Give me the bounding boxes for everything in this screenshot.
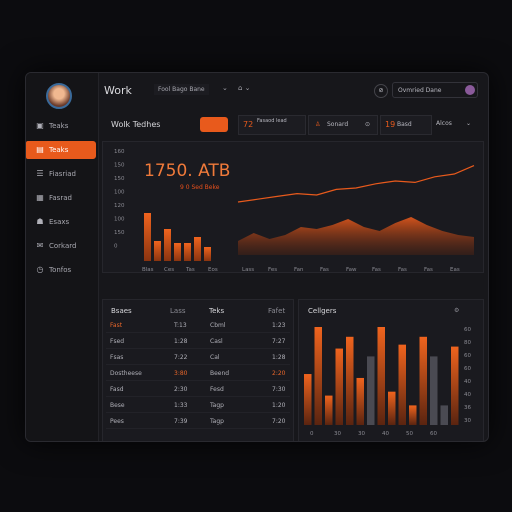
- x-tick-label: 50: [406, 431, 413, 437]
- bar: [325, 395, 333, 425]
- bar: [398, 344, 406, 425]
- app-window: ▣ Teaks ▤ Teaks ☰ Fiasriad ▦ Fasrad ☗ Esaxs ✉ Corka…: [25, 72, 489, 442]
- y-tick-label: 36: [464, 405, 471, 411]
- bar-chart: 60 80 60 60 40 40 36 30 0 30 30 40 50 60: [304, 327, 471, 437]
- x-tick-label: 40: [382, 431, 389, 437]
- x-tick-label: 30: [358, 431, 365, 437]
- y-tick-label: 60: [464, 366, 471, 372]
- bar: [430, 356, 438, 425]
- bar: [335, 348, 343, 425]
- bar: [377, 327, 385, 425]
- bar: [440, 405, 448, 425]
- y-tick-label: 60: [464, 327, 471, 333]
- y-tick-label: 40: [464, 392, 471, 398]
- x-tick-label: 0: [310, 431, 314, 437]
- y-tick-label: 60: [464, 353, 471, 359]
- bar: [304, 374, 312, 425]
- bar: [346, 336, 354, 425]
- y-tick-label: 40: [464, 379, 471, 385]
- bar: [409, 405, 417, 425]
- y-tick-label: 80: [464, 340, 471, 346]
- bar: [388, 391, 396, 425]
- bar: [356, 377, 364, 425]
- bar: [419, 336, 427, 425]
- bar: [451, 346, 459, 425]
- bar: [314, 327, 322, 425]
- bar: [367, 356, 375, 425]
- x-tick-label: 60: [430, 431, 437, 437]
- x-tick-label: 30: [334, 431, 341, 437]
- y-tick-label: 30: [464, 418, 471, 424]
